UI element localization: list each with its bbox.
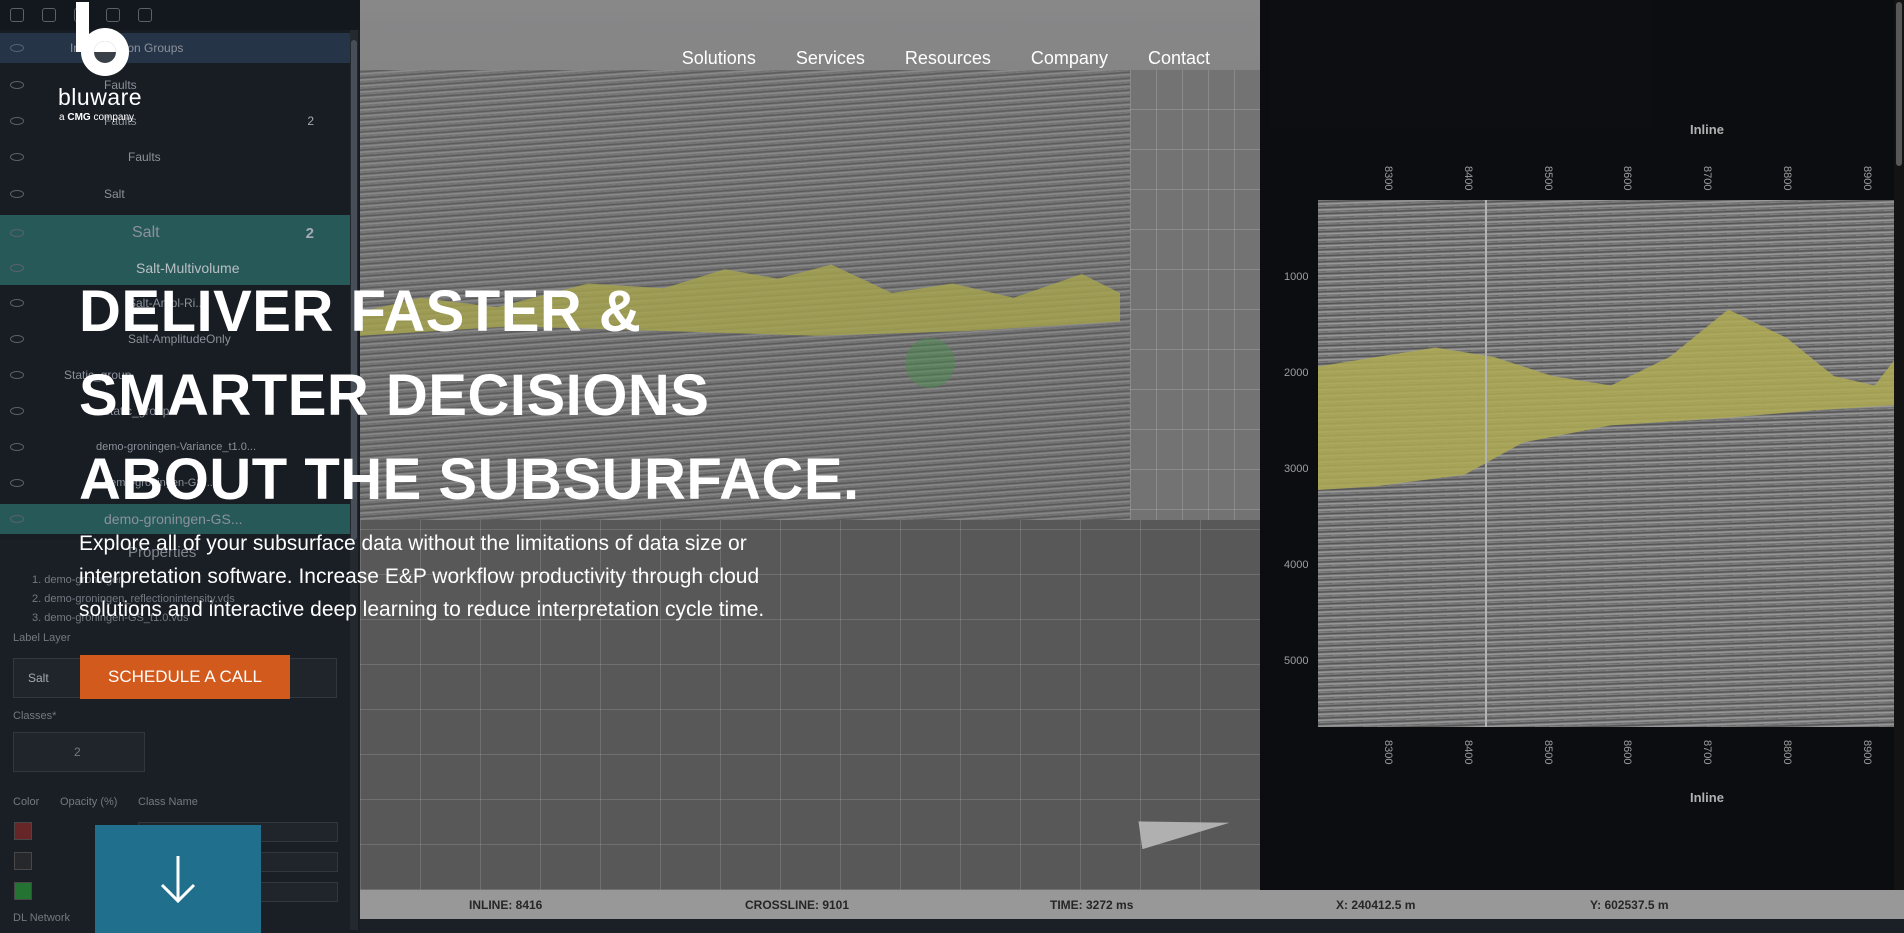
scroll-down-button[interactable]	[95, 825, 261, 933]
nav-resources[interactable]: Resources	[905, 48, 991, 69]
brand-tagline: a CMG company	[59, 112, 134, 123]
hero-title: DELIVER FASTER & SMARTER DECISIONS ABOUT…	[79, 270, 979, 522]
brand-logo[interactable]: bluware a CMG company	[58, 0, 158, 125]
brand-tagline-suffix: company	[93, 112, 135, 123]
hero-description: Explore all of your subsurface data with…	[79, 532, 765, 621]
hero-title-line: SMARTER DECISIONS	[79, 363, 710, 428]
arrow-down-icon	[160, 856, 196, 904]
nav-solutions[interactable]: Solutions	[682, 48, 756, 69]
bluware-b-mark-icon	[76, 2, 129, 76]
brand-tagline-parent: CMG	[67, 112, 91, 123]
brand-wordmark: bluware	[58, 84, 143, 110]
main-nav: Solutions Services Resources Company Con…	[682, 48, 1210, 69]
nav-services[interactable]: Services	[796, 48, 865, 69]
nav-contact[interactable]: Contact	[1148, 48, 1210, 69]
hero-title-line: ABOUT THE SUBSURFACE.	[79, 447, 860, 512]
nav-company[interactable]: Company	[1031, 48, 1108, 69]
schedule-call-button[interactable]: SCHEDULE A CALL	[80, 655, 290, 699]
hero-title-line: DELIVER FASTER &	[79, 279, 642, 344]
brand-tagline-prefix: a	[59, 112, 65, 123]
